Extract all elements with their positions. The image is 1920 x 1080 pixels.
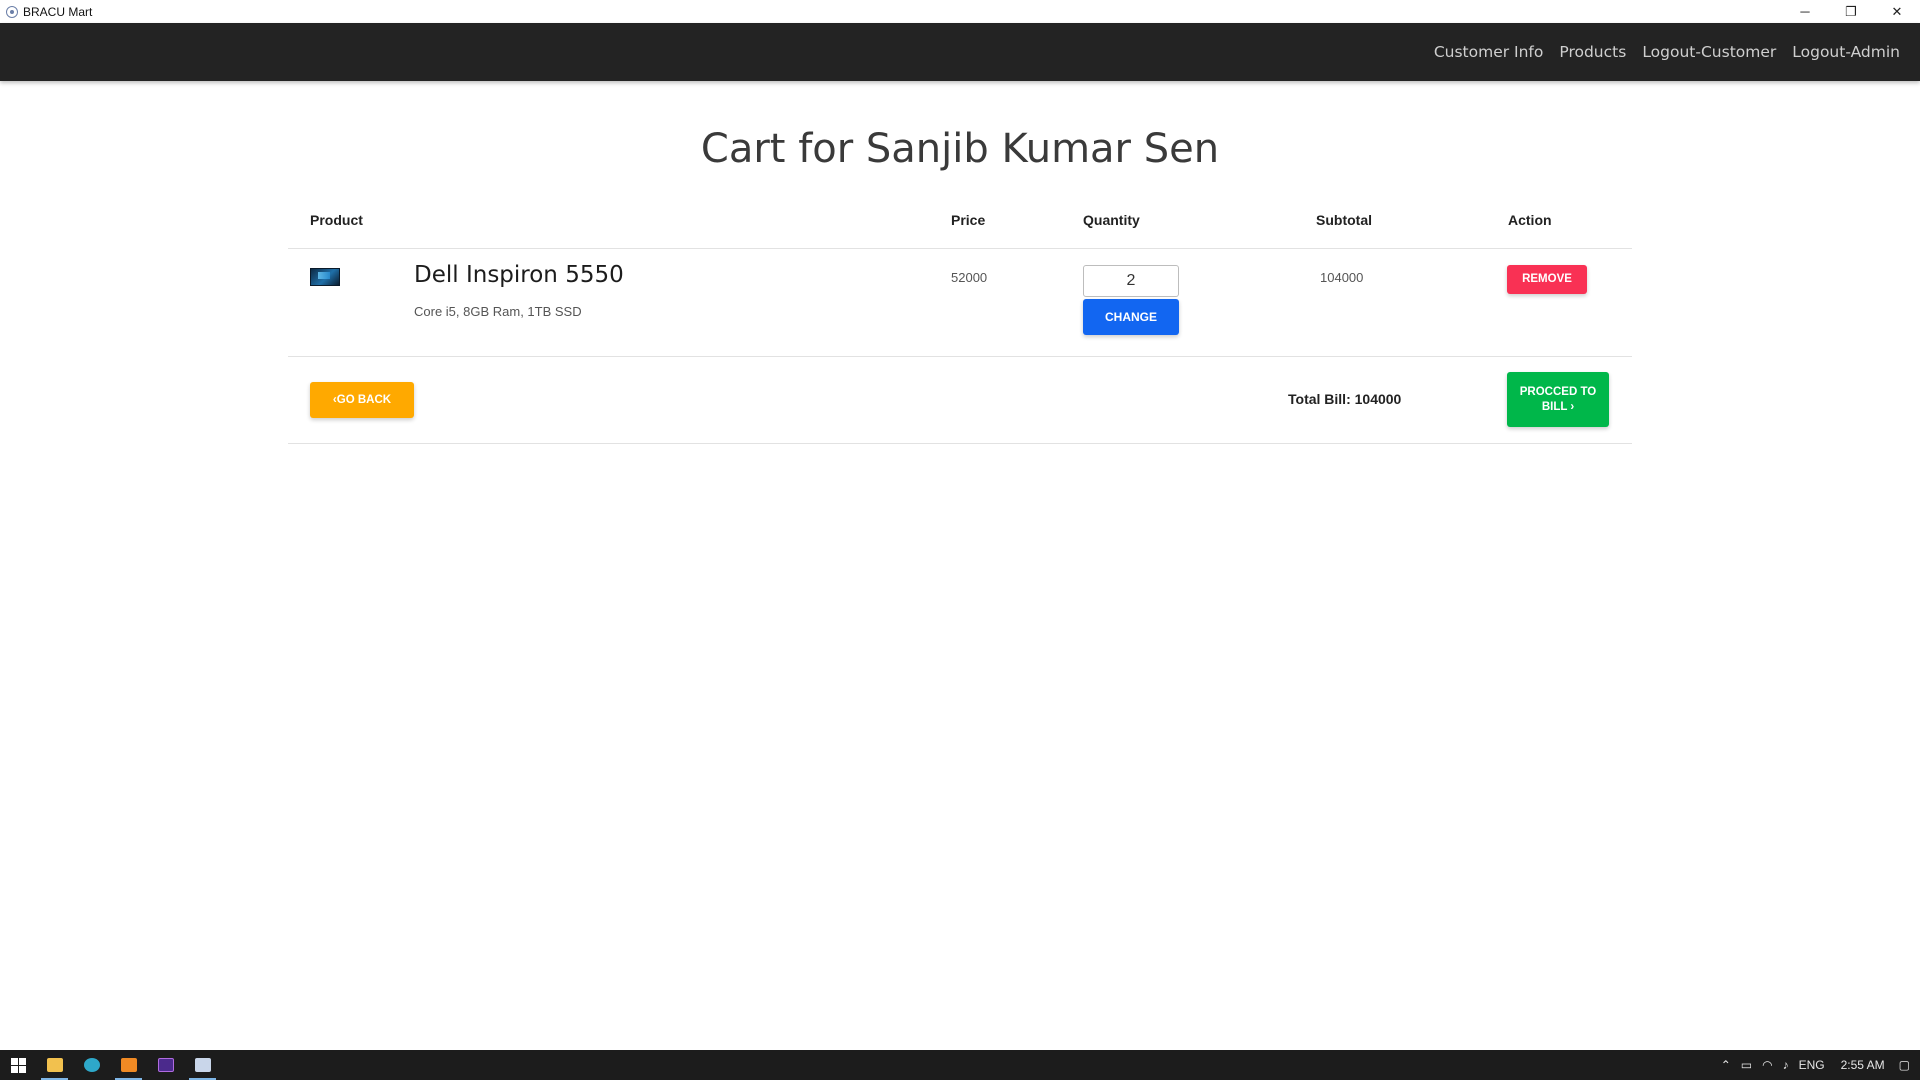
product-name: Dell Inspiron 5550: [414, 262, 624, 288]
taskbar-sublime[interactable]: [110, 1050, 147, 1080]
window-controls: ─ ❐ ✕: [1782, 0, 1920, 23]
header-product: Product: [310, 212, 363, 228]
restore-button[interactable]: ❐: [1828, 0, 1874, 23]
battery-icon[interactable]: ▭: [1741, 1058, 1752, 1072]
taskbar-bracu-mart[interactable]: [184, 1050, 221, 1080]
taskbar: ⌃ ▭ ◠ ♪ ENG 2:55 AM ▢: [0, 1050, 1920, 1080]
change-quantity-button[interactable]: CHANGE: [1083, 299, 1179, 335]
quantity-input[interactable]: [1083, 265, 1179, 297]
clock[interactable]: 2:55 AM: [1841, 1058, 1885, 1072]
remove-button[interactable]: REMOVE: [1507, 265, 1587, 294]
system-tray: ⌃ ▭ ◠ ♪ ENG 2:55 AM ▢: [1721, 1050, 1920, 1080]
total-bill: Total Bill: 104000: [1288, 391, 1402, 407]
notification-icon[interactable]: ▢: [1899, 1058, 1910, 1072]
volume-icon[interactable]: ♪: [1783, 1058, 1789, 1072]
proceed-to-bill-button[interactable]: PROCCED TO BILL ›: [1507, 372, 1609, 427]
product-description: Core i5, 8GB Ram, 1TB SSD: [414, 304, 582, 319]
close-button[interactable]: ✕: [1874, 0, 1920, 23]
bracu-mart-icon: [194, 1058, 211, 1072]
app-icon: [6, 5, 18, 18]
header-quantity: Quantity: [1083, 212, 1140, 228]
product-thumbnail: [310, 268, 340, 286]
header-subtotal: Subtotal: [1316, 212, 1372, 228]
footer-divider: [288, 443, 1632, 444]
folder-icon: [46, 1058, 63, 1072]
chevron-up-icon[interactable]: ⌃: [1721, 1058, 1731, 1072]
taskbar-edge[interactable]: [73, 1050, 110, 1080]
language-indicator[interactable]: ENG: [1799, 1058, 1825, 1072]
product-price: 52000: [951, 270, 988, 285]
start-button[interactable]: [0, 1050, 36, 1080]
phpstorm-icon: [157, 1058, 174, 1072]
product-subtotal: 104000: [1320, 270, 1364, 285]
navbar: Customer Info Products Logout-Customer L…: [0, 23, 1920, 81]
row-divider: [288, 356, 1632, 357]
window-titlebar: BRACU Mart ─ ❐ ✕: [0, 0, 1920, 23]
wifi-icon[interactable]: ◠: [1762, 1058, 1772, 1072]
nav-customer-info[interactable]: Customer Info: [1434, 43, 1544, 61]
go-back-button[interactable]: ‹GO BACK: [310, 382, 414, 418]
page-title: Cart for Sanjib Kumar Sen: [700, 126, 1220, 172]
minimize-button[interactable]: ─: [1782, 0, 1828, 23]
sublime-icon: [120, 1058, 137, 1072]
header-action: Action: [1508, 212, 1552, 228]
nav-logout-admin[interactable]: Logout-Admin: [1792, 43, 1900, 61]
header-divider: [288, 248, 1632, 249]
nav-products[interactable]: Products: [1559, 43, 1626, 61]
header-price: Price: [951, 212, 986, 228]
taskbar-file-explorer[interactable]: [36, 1050, 73, 1080]
window-title: BRACU Mart: [23, 4, 93, 19]
nav-logout-customer[interactable]: Logout-Customer: [1642, 43, 1776, 61]
edge-icon: [83, 1058, 100, 1072]
taskbar-phpstorm[interactable]: [147, 1050, 184, 1080]
windows-icon: [10, 1057, 26, 1073]
